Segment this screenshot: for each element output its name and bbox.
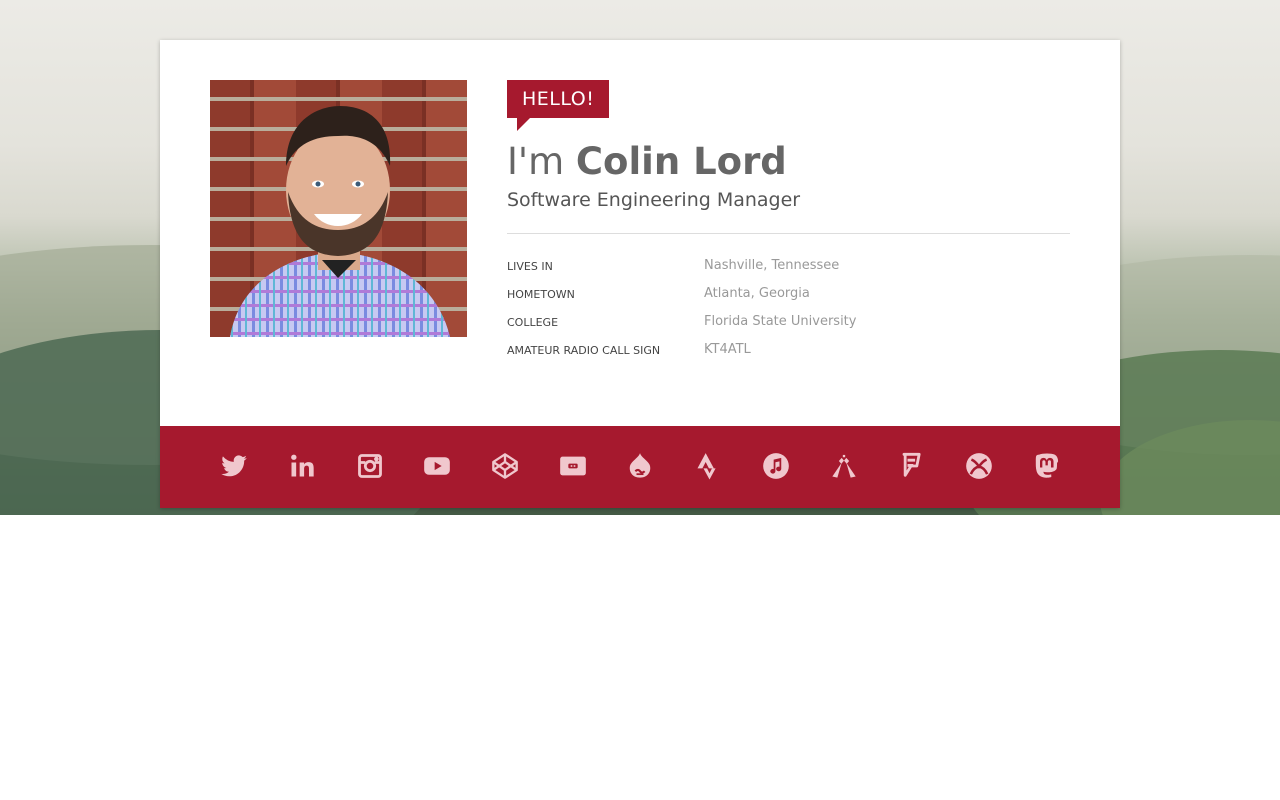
- drupal-icon[interactable]: [626, 452, 654, 480]
- profile-name: Colin Lord: [575, 140, 787, 183]
- greeting-text: I'm: [507, 140, 565, 183]
- facts-list: Lives in Nashville, Tennessee Hometown A…: [507, 258, 1067, 370]
- page-title: I'm Colin Lord: [507, 140, 787, 183]
- untappd-icon[interactable]: [830, 452, 858, 480]
- fact-row-hometown: Hometown Atlanta, Georgia: [507, 286, 1067, 314]
- fact-row-college: College Florida State University: [507, 314, 1067, 342]
- profile-card: HELLO! I'm Colin Lord Software Engineeri…: [160, 40, 1120, 508]
- strava-icon[interactable]: [694, 452, 722, 480]
- profile-photo-illustration: [230, 106, 450, 337]
- fact-value: Florida State University: [704, 314, 857, 329]
- fact-value: Atlanta, Georgia: [704, 286, 810, 301]
- xbox-icon[interactable]: [965, 452, 993, 480]
- fact-label: Amateur Radio Call Sign: [507, 344, 661, 357]
- fact-label: Lives in: [507, 260, 553, 273]
- fact-value: Nashville, Tennessee: [704, 258, 840, 273]
- divider: [507, 233, 1070, 234]
- fact-value: KT4ATL: [704, 342, 751, 357]
- fact-label: Hometown: [507, 288, 575, 301]
- mastodon-icon[interactable]: [1033, 452, 1061, 480]
- twitter-icon[interactable]: [220, 452, 248, 480]
- job-title: Software Engineering Manager: [507, 189, 801, 211]
- fact-row-lives-in: Lives in Nashville, Tennessee: [507, 258, 1067, 286]
- foursquare-icon[interactable]: [897, 452, 925, 480]
- tv-icon[interactable]: [559, 452, 587, 480]
- youtube-icon[interactable]: [423, 452, 451, 480]
- itunes-icon[interactable]: [762, 452, 790, 480]
- profile-photo: [210, 80, 467, 337]
- linkedin-icon[interactable]: [288, 452, 316, 480]
- hello-badge: HELLO!: [507, 80, 610, 131]
- codepen-icon[interactable]: [491, 452, 519, 480]
- social-links-bar: [160, 426, 1120, 508]
- fact-label: College: [507, 316, 559, 329]
- instagram-icon[interactable]: [356, 452, 384, 480]
- fact-row-call-sign: Amateur Radio Call Sign KT4ATL: [507, 342, 1067, 370]
